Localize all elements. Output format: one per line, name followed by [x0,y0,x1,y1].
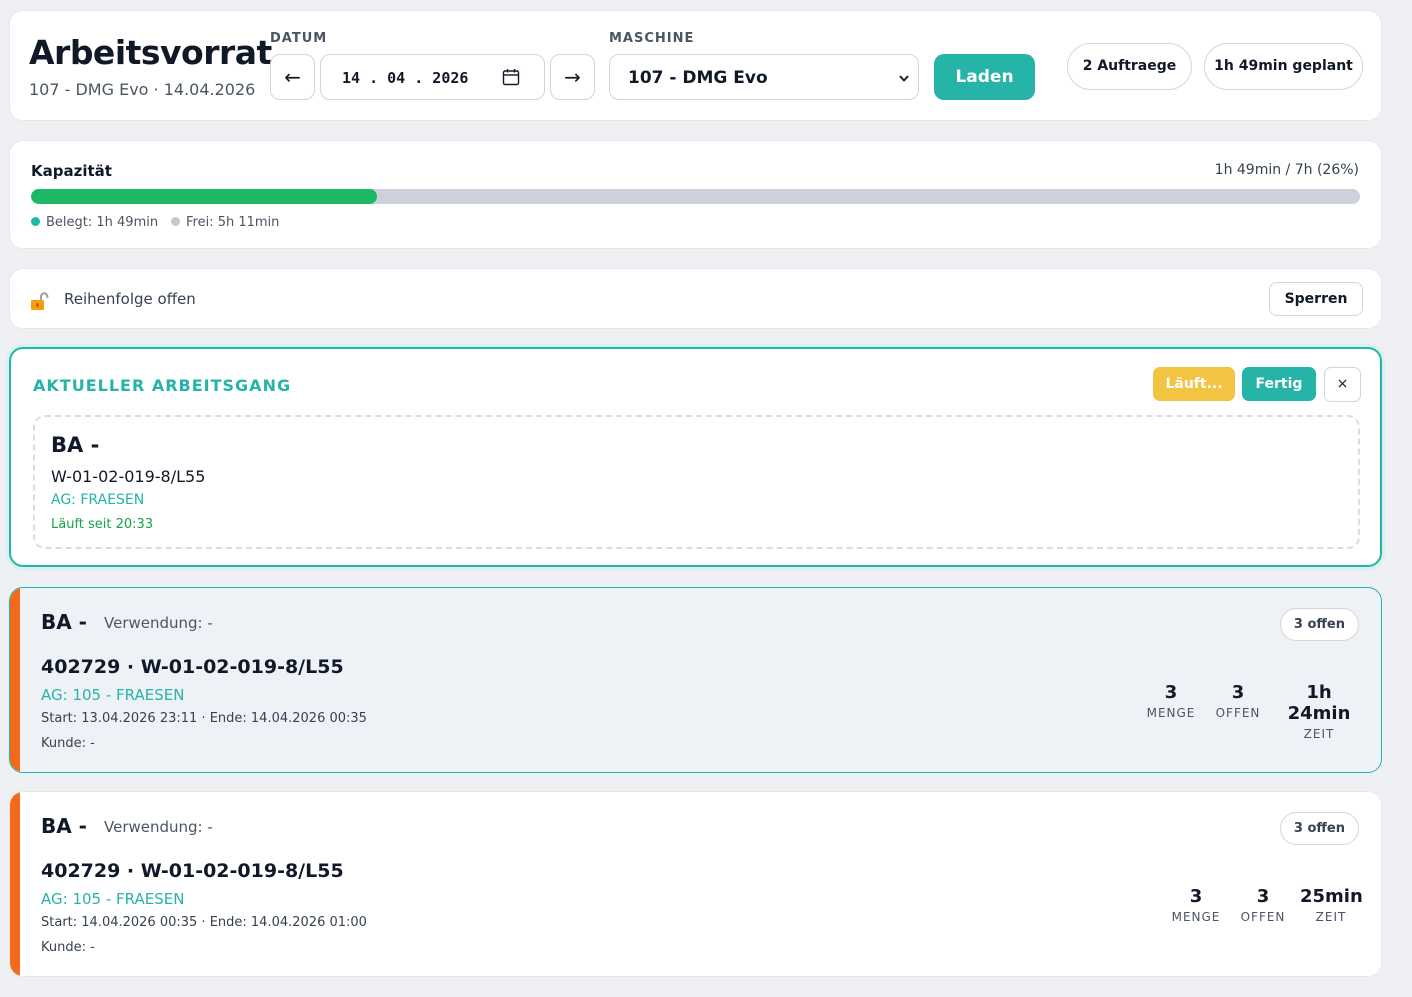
close-button[interactable]: × [1324,367,1361,402]
orders-count-pill: 2 Auftraege [1067,43,1192,90]
current-ag: AG: FRAESEN [51,492,145,508]
stat-time-label: ZEIT [1315,910,1347,924]
legend-used-label: Belegt: 1h 49min [46,215,159,230]
priority-stripe [10,588,20,772]
page-title: Arbeitsvorrat [29,33,272,72]
stat-time-value: 25min [1300,886,1363,907]
capacity-title: Kapazität [31,162,112,180]
current-article: W-01-02-019-8/L55 [51,467,206,486]
stat-time-value: 1h 24min [1287,682,1351,724]
open-badge: 3 offen [1279,812,1359,845]
stat-quantity: 3 MENGE [1143,682,1199,720]
order-customer: Kunde: - [41,736,95,751]
capacity-progress-bar [31,189,1360,204]
order-times: Start: 14.04.2026 00:35 · Ende: 14.04.20… [41,915,367,930]
planned-time-pill: 1h 49min geplant [1204,43,1363,90]
chevron-down-icon [899,75,909,82]
stat-open-value: 3 [1231,682,1245,703]
sequence-lock-card: Reihenfolge offen Sperren [9,268,1382,329]
calendar-icon[interactable] [502,68,520,86]
current-ba: BA - [51,433,100,457]
header-card: Arbeitsvorrat 107 - DMG Evo · 14.04.2026… [9,10,1382,121]
open-badge: 3 offen [1279,608,1359,641]
priority-stripe [10,792,20,976]
current-operation-title: AKTUELLER ARBEITSGANG [33,376,292,395]
order-usage: Verwendung: - [104,614,213,632]
stat-quantity-label: MENGE [1171,910,1221,924]
running-button[interactable]: Läuft... [1153,367,1235,401]
load-button[interactable]: Laden [934,54,1035,100]
date-input[interactable]: 14 . 04 . 2026 [320,54,545,100]
stat-open: 3 OFFEN [1235,886,1291,924]
legend-free-dot [171,217,180,226]
machine-select[interactable]: 107 - DMG Evo [609,54,919,100]
lock-sequence-button[interactable]: Sperren [1269,282,1363,316]
page-subtitle: 107 - DMG Evo · 14.04.2026 [29,80,256,99]
order-number: 402729 · W-01-02-019-8/L55 [41,656,344,678]
sequence-status-text: Reihenfolge offen [64,290,196,308]
current-operation-card: AKTUELLER ARBEITSGANG Läuft... Fertig × … [9,347,1382,567]
date-value: 14 . 04 . 2026 [342,69,469,87]
order-times: Start: 13.04.2026 23:11 · Ende: 14.04.20… [41,711,367,726]
stat-quantity-value: 3 [1189,886,1203,907]
capacity-summary: 1h 49min / 7h (26%) [1214,162,1359,178]
order-ba: BA - [41,610,87,634]
stat-open-value: 3 [1256,886,1270,907]
stat-quantity-label: MENGE [1146,706,1196,720]
order-ag: AG: 105 - FRAESEN [41,890,185,908]
order-ba: BA - [41,814,87,838]
legend-free: Frei: 5h 11min [171,215,279,230]
legend-used-dot [31,217,40,226]
next-day-button[interactable]: → [550,54,595,100]
current-operation-details: BA - W-01-02-019-8/L55 AG: FRAESEN Läuft… [33,415,1360,549]
stat-open: 3 OFFEN [1210,682,1266,720]
legend-free-label: Frei: 5h 11min [186,215,280,230]
stat-quantity: 3 MENGE [1168,886,1224,924]
stat-open-label: OFFEN [1215,706,1261,720]
done-button[interactable]: Fertig [1242,367,1316,401]
previous-day-button[interactable]: ← [270,54,315,100]
stat-quantity-value: 3 [1164,682,1178,703]
order-ag: AG: 105 - FRAESEN [41,686,185,704]
capacity-card: Kapazität 1h 49min / 7h (26%) Belegt: 1h… [9,140,1382,249]
current-running-since: Läuft seit 20:33 [51,517,154,532]
stat-time: 25min ZEIT [1300,886,1363,924]
order-customer: Kunde: - [41,940,95,955]
stat-time-label: ZEIT [1303,727,1335,741]
order-card[interactable]: BA - Verwendung: - 3 offen 402729 · W-01… [9,791,1382,977]
machine-select-value: 107 - DMG Evo [628,68,768,88]
date-label: DATUM [270,31,328,46]
order-usage: Verwendung: - [104,818,213,836]
order-number: 402729 · W-01-02-019-8/L55 [41,860,344,882]
order-card[interactable]: BA - Verwendung: - 3 offen 402729 · W-01… [9,587,1382,773]
stat-time: 1h 24min ZEIT [1276,682,1362,741]
stat-open-label: OFFEN [1240,910,1286,924]
unlocked-padlock-icon [31,292,49,310]
machine-label: MASCHINE [609,31,695,46]
capacity-progress-fill [31,189,377,204]
legend-used: Belegt: 1h 49min [31,215,158,230]
